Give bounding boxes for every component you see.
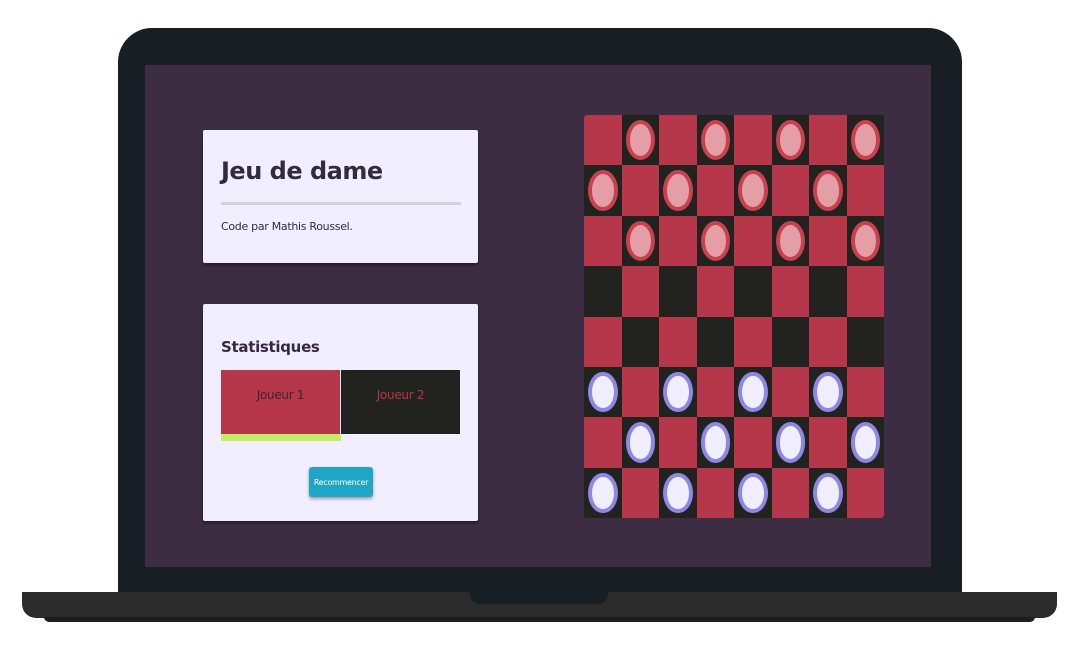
blue-piece[interactable] — [738, 472, 768, 513]
red-piece[interactable] — [850, 120, 880, 161]
board-cell-r4-c7[interactable] — [809, 266, 847, 318]
credit-text: Code par Mathis Roussel. — [221, 220, 353, 233]
board-cell-r2-c2[interactable] — [621, 165, 660, 217]
red-piece[interactable] — [663, 170, 693, 211]
board-cell-r6-c2[interactable] — [621, 366, 660, 418]
blue-piece[interactable] — [588, 472, 618, 513]
board-cell-r8-c6[interactable] — [771, 467, 810, 518]
board-cell-r6-c6[interactable] — [771, 366, 810, 418]
red-piece[interactable] — [813, 170, 843, 211]
blue-piece[interactable] — [700, 422, 730, 463]
player-2-tab: Joueur 2 — [341, 370, 460, 434]
board-cell-r5-c7[interactable] — [809, 316, 847, 368]
board-cell-r3-c7[interactable] — [809, 215, 847, 267]
board-cell-r4-c6[interactable] — [771, 266, 810, 318]
player-1-label: Joueur 1 — [256, 388, 305, 402]
board-cell-r8-c8[interactable] — [846, 467, 884, 518]
player-1-tab: Joueur 1 — [221, 370, 340, 434]
board-cell-r8-c4[interactable] — [696, 467, 735, 518]
board-cell-r5-c1[interactable] — [584, 316, 622, 368]
board-cell-r4-c2[interactable] — [621, 266, 660, 318]
red-piece[interactable] — [625, 220, 655, 262]
red-piece[interactable] — [775, 220, 805, 262]
laptop-base-shadow — [44, 617, 1035, 622]
page-title: Jeu de dame — [221, 157, 383, 185]
blue-piece[interactable] — [663, 472, 693, 513]
board-cell-r4-c8[interactable] — [846, 266, 884, 318]
blue-piece[interactable] — [663, 371, 693, 413]
laptop-notch — [470, 592, 608, 604]
checkers-board — [584, 115, 884, 518]
blue-piece[interactable] — [775, 422, 805, 463]
board-cell-r3-c5[interactable] — [734, 215, 772, 267]
red-piece[interactable] — [625, 120, 655, 161]
board-cell-r7-c7[interactable] — [809, 417, 847, 469]
red-piece[interactable] — [738, 170, 768, 211]
board-cell-r7-c3[interactable] — [659, 417, 697, 469]
board-cell-r7-c5[interactable] — [734, 417, 772, 469]
board-cell-r5-c3[interactable] — [659, 316, 697, 368]
board-cell-r8-c2[interactable] — [621, 467, 660, 518]
blue-piece[interactable] — [625, 422, 655, 463]
board-cell-r5-c5[interactable] — [734, 316, 772, 368]
red-piece[interactable] — [700, 220, 730, 262]
red-piece[interactable] — [700, 120, 730, 161]
board-cell-r7-c1[interactable] — [584, 417, 622, 469]
board-cell-r2-c6[interactable] — [771, 165, 810, 217]
board-cell-r2-c4[interactable] — [696, 165, 735, 217]
board-cell-r1-c3[interactable] — [659, 115, 697, 166]
board-cell-r1-c5[interactable] — [734, 115, 772, 166]
stats-title: Statistiques — [221, 338, 320, 356]
board-cell-r4-c4[interactable] — [696, 266, 735, 318]
blue-piece[interactable] — [813, 371, 843, 413]
red-piece[interactable] — [850, 220, 880, 262]
board-cell-r6-c4[interactable] — [696, 366, 735, 418]
board-cell-r5-c4[interactable] — [696, 316, 735, 368]
board-cell-r3-c3[interactable] — [659, 215, 697, 267]
restart-button[interactable]: Recommencer — [309, 467, 373, 497]
board-cell-r3-c1[interactable] — [584, 215, 622, 267]
board-cell-r1-c1[interactable] — [584, 115, 622, 166]
board-cell-r1-c7[interactable] — [809, 115, 847, 166]
board-cell-r5-c8[interactable] — [846, 316, 884, 368]
board-cell-r5-c6[interactable] — [771, 316, 810, 368]
board-cell-r4-c3[interactable] — [659, 266, 697, 318]
blue-piece[interactable] — [738, 371, 768, 413]
turn-indicator — [221, 434, 341, 441]
board-cell-r2-c8[interactable] — [846, 165, 884, 217]
blue-piece[interactable] — [813, 472, 843, 513]
info-panel — [203, 130, 478, 263]
board-cell-r6-c8[interactable] — [846, 366, 884, 418]
red-piece[interactable] — [775, 120, 805, 161]
red-piece[interactable] — [588, 170, 618, 211]
board-cell-r4-c1[interactable] — [584, 266, 622, 318]
player-2-label: Joueur 2 — [376, 388, 425, 402]
blue-piece[interactable] — [850, 422, 880, 463]
board-cell-r5-c2[interactable] — [621, 316, 660, 368]
board-cell-r4-c5[interactable] — [734, 266, 772, 318]
blue-piece[interactable] — [588, 371, 618, 413]
title-divider — [221, 202, 461, 205]
